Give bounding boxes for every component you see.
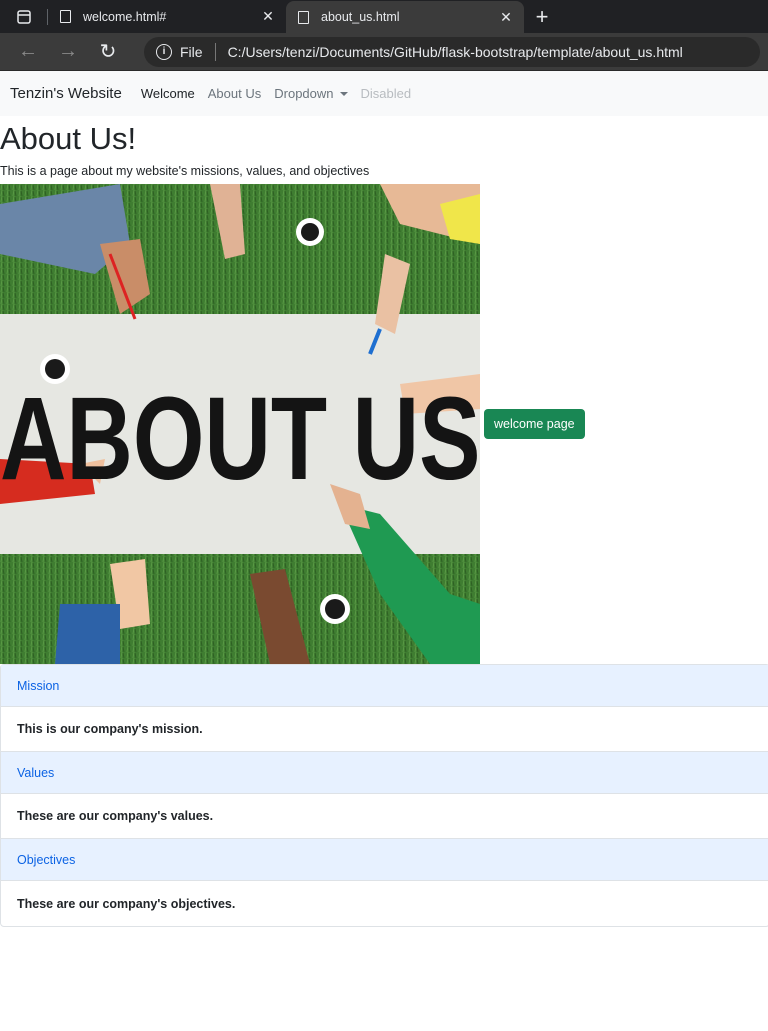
accordion-header-objectives[interactable]: Objectives	[1, 839, 768, 882]
address-bar: ← → ↻ i File C:/Users/tenzi/Documents/Gi…	[0, 33, 768, 71]
url-scheme: File	[180, 43, 203, 60]
url-separator	[214, 42, 216, 61]
reload-button[interactable]: ↻	[88, 36, 128, 68]
tab-welcome[interactable]: welcome.html# ✕	[48, 0, 286, 33]
hero-text: ABOUT US	[0, 373, 480, 505]
about-us-illustration: ABOUT US	[0, 184, 480, 665]
nav-link-disabled: Disabled	[360, 86, 412, 101]
back-button[interactable]: ←	[8, 36, 48, 68]
document-icon	[298, 10, 309, 24]
tab-title: about_us.html	[321, 10, 400, 24]
nav-link-welcome[interactable]: Welcome	[141, 86, 195, 101]
about-us-image: ABOUT US	[0, 184, 480, 665]
info-icon[interactable]: i	[156, 43, 172, 60]
tab-title: welcome.html#	[83, 9, 167, 24]
page-title: About Us!	[0, 121, 137, 156]
forward-button[interactable]: →	[48, 36, 88, 68]
hero-row: ABOUT US welcome page	[0, 184, 768, 665]
accordion-body-objectives: These are our company's objectives.	[17, 896, 236, 911]
url-text: C:/Users/tenzi/Documents/GitHub/flask-bo…	[227, 43, 683, 60]
tab-about-us[interactable]: about_us.html ✕	[286, 1, 524, 33]
navbar-brand[interactable]: Tenzin's Website	[10, 85, 122, 102]
browser-tab-bar: welcome.html# ✕ about_us.html ✕ +	[0, 0, 768, 33]
document-icon	[60, 10, 71, 23]
about-accordion: Mission This is our company's mission. V…	[0, 664, 768, 928]
close-icon[interactable]: ✕	[260, 8, 276, 25]
url-field[interactable]: i File C:/Users/tenzi/Documents/GitHub/f…	[144, 36, 760, 67]
close-icon[interactable]: ✕	[498, 9, 514, 25]
page-subtitle: This is a page about my website's missio…	[0, 164, 370, 179]
new-tab-button[interactable]: +	[524, 0, 560, 33]
accordion-body-values: These are our company's values.	[1, 794, 768, 840]
nav-dropdown[interactable]: Dropdown	[274, 86, 348, 101]
accordion-body-mission: This is our company's mission.	[1, 707, 768, 753]
tab-actions-icon	[17, 9, 31, 24]
arrow-left-icon: ←	[18, 40, 38, 62]
accordion-header-values[interactable]: Values	[1, 752, 768, 795]
nav-link-about-us[interactable]: About Us	[208, 86, 261, 101]
accordion-header-mission[interactable]: Mission	[1, 665, 768, 708]
caret-down-icon	[339, 91, 348, 96]
arrow-right-icon: →	[58, 40, 78, 62]
welcome-page-button[interactable]: welcome page	[484, 409, 585, 440]
main-content: About Us! This is a page about my websit…	[0, 120, 768, 928]
accordion-item-mission: Mission This is our company's mission.	[1, 665, 768, 753]
reload-icon: ↻	[99, 41, 117, 63]
site-navbar: Tenzin's Website Welcome About Us Dropdo…	[0, 71, 768, 116]
tab-actions-button[interactable]	[0, 0, 48, 33]
plus-icon: +	[535, 3, 549, 29]
accordion-item-objectives: Objectives These are our company's objec…	[1, 839, 768, 926]
nav-dropdown-label: Dropdown	[274, 86, 334, 101]
accordion-item-values: Values These are our company's values.	[1, 752, 768, 840]
